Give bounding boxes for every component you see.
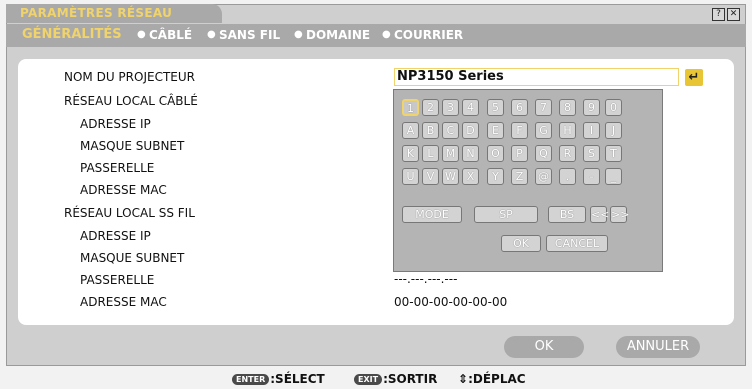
key[interactable]: 7 bbox=[535, 99, 552, 116]
projector-name-input[interactable]: NP3150 Series bbox=[394, 68, 679, 86]
wired-gateway-label: PASSERELLE bbox=[80, 161, 155, 175]
key[interactable]: M bbox=[442, 145, 459, 162]
tab-bullet: ● bbox=[207, 29, 216, 40]
key[interactable]: R bbox=[559, 145, 576, 162]
key[interactable]: F bbox=[511, 122, 528, 139]
wireless-ip-label: ADRESSE IP bbox=[80, 229, 151, 243]
keyboard-cancel-button[interactable]: CANCEL bbox=[546, 235, 608, 252]
ok-button[interactable]: OK bbox=[504, 336, 584, 358]
key[interactable]: D bbox=[462, 122, 479, 139]
key[interactable]: K bbox=[402, 145, 419, 162]
key[interactable]: A bbox=[402, 122, 419, 139]
key[interactable]: 0 bbox=[605, 99, 622, 116]
enter-key-icon: ENTER bbox=[232, 374, 270, 385]
projector-name-label: NOM DU PROJECTEUR bbox=[64, 70, 195, 84]
key[interactable]: T bbox=[605, 145, 622, 162]
tab-domain[interactable]: DOMAINE bbox=[306, 28, 370, 42]
key[interactable]: C bbox=[442, 122, 459, 139]
wired-mac-label: ADRESSE MAC bbox=[80, 183, 167, 197]
onscreen-keyboard: 1 2 3 4 5 6 7 8 9 0 A B C D E F G H I J … bbox=[393, 89, 663, 272]
exit-hint-text: :SORTIR bbox=[383, 372, 438, 386]
cursor-right-key[interactable]: >> bbox=[610, 206, 629, 223]
space-key[interactable]: SP bbox=[474, 206, 538, 223]
key[interactable]: 1 bbox=[402, 99, 419, 116]
move-hint-text: :DÉPLAC bbox=[468, 372, 526, 386]
key[interactable]: W bbox=[442, 168, 459, 185]
window-title: PARAMÈTRES RÉSEAU bbox=[20, 6, 173, 20]
footer-enter-hint: ENTER:SÉLECT bbox=[232, 372, 325, 386]
cancel-button[interactable]: ANNULER bbox=[616, 336, 700, 358]
exit-key-icon: EXIT bbox=[354, 374, 383, 385]
wired-lan-label: RÉSEAU LOCAL CÂBLÉ bbox=[64, 94, 198, 108]
key[interactable]: O bbox=[487, 145, 504, 162]
key[interactable]: 4 bbox=[462, 99, 479, 116]
wireless-mac-value: 00-00-00-00-00-00 bbox=[394, 295, 508, 309]
move-arrows-icon: ⇕ bbox=[458, 372, 469, 386]
key[interactable]: Y bbox=[487, 168, 504, 185]
wireless-gateway-value: ---.---.---.--- bbox=[394, 272, 458, 286]
key[interactable]: 9 bbox=[583, 99, 600, 116]
key[interactable]: G bbox=[535, 122, 552, 139]
wireless-lan-label: RÉSEAU LOCAL SS FIL bbox=[64, 206, 195, 220]
key[interactable]: H bbox=[559, 122, 576, 139]
wireless-mac-label: ADRESSE MAC bbox=[80, 295, 167, 309]
key[interactable]: I bbox=[583, 122, 600, 139]
footer-exit-hint: EXIT:SORTIR bbox=[354, 372, 437, 386]
wireless-mask-label: MASQUE SUBNET bbox=[80, 251, 185, 265]
key[interactable]: L bbox=[422, 145, 439, 162]
tab-mail[interactable]: COURRIER bbox=[394, 28, 463, 42]
key[interactable]: 6 bbox=[511, 99, 528, 116]
key[interactable]: V bbox=[422, 168, 439, 185]
key[interactable]: Z bbox=[511, 168, 528, 185]
key[interactable]: 5 bbox=[487, 99, 504, 116]
key[interactable]: U bbox=[402, 168, 419, 185]
key[interactable]: _ bbox=[605, 168, 622, 185]
key[interactable]: . bbox=[559, 168, 576, 185]
key[interactable]: 3 bbox=[442, 99, 459, 116]
tab-wireless[interactable]: SANS FIL bbox=[219, 28, 280, 42]
cursor-left-key[interactable]: << bbox=[590, 206, 609, 223]
enter-icon[interactable]: ↵ bbox=[685, 69, 703, 86]
help-icon[interactable]: ? bbox=[712, 8, 725, 21]
backspace-key[interactable]: BS bbox=[548, 206, 586, 223]
key[interactable]: J bbox=[605, 122, 622, 139]
wired-ip-label: ADRESSE IP bbox=[80, 117, 151, 131]
key[interactable]: X bbox=[462, 168, 479, 185]
key[interactable]: @ bbox=[535, 168, 552, 185]
key[interactable]: S bbox=[583, 145, 600, 162]
key[interactable]: - bbox=[583, 168, 600, 185]
tab-wired[interactable]: CÂBLÉ bbox=[149, 28, 192, 42]
key[interactable]: P bbox=[511, 145, 528, 162]
key[interactable]: 8 bbox=[559, 99, 576, 116]
wireless-gateway-label: PASSERELLE bbox=[80, 273, 155, 287]
key[interactable]: B bbox=[422, 122, 439, 139]
key[interactable]: 2 bbox=[422, 99, 439, 116]
tab-bullet: ● bbox=[137, 29, 146, 40]
key[interactable]: N bbox=[462, 145, 479, 162]
tab-bullet: ● bbox=[382, 29, 391, 40]
enter-hint-text: :SÉLECT bbox=[270, 372, 325, 386]
key[interactable]: Q bbox=[535, 145, 552, 162]
keyboard-ok-button[interactable]: OK bbox=[501, 235, 541, 252]
close-icon[interactable]: ✕ bbox=[727, 8, 740, 21]
footer-move-hint: ⇕:DÉPLAC bbox=[458, 372, 526, 386]
key[interactable]: E bbox=[487, 122, 504, 139]
tab-bullet: ● bbox=[294, 29, 303, 40]
tab-general[interactable]: GÉNÉRALITÉS bbox=[22, 27, 122, 42]
wired-mask-label: MASQUE SUBNET bbox=[80, 139, 185, 153]
mode-key[interactable]: MODE bbox=[402, 206, 462, 223]
